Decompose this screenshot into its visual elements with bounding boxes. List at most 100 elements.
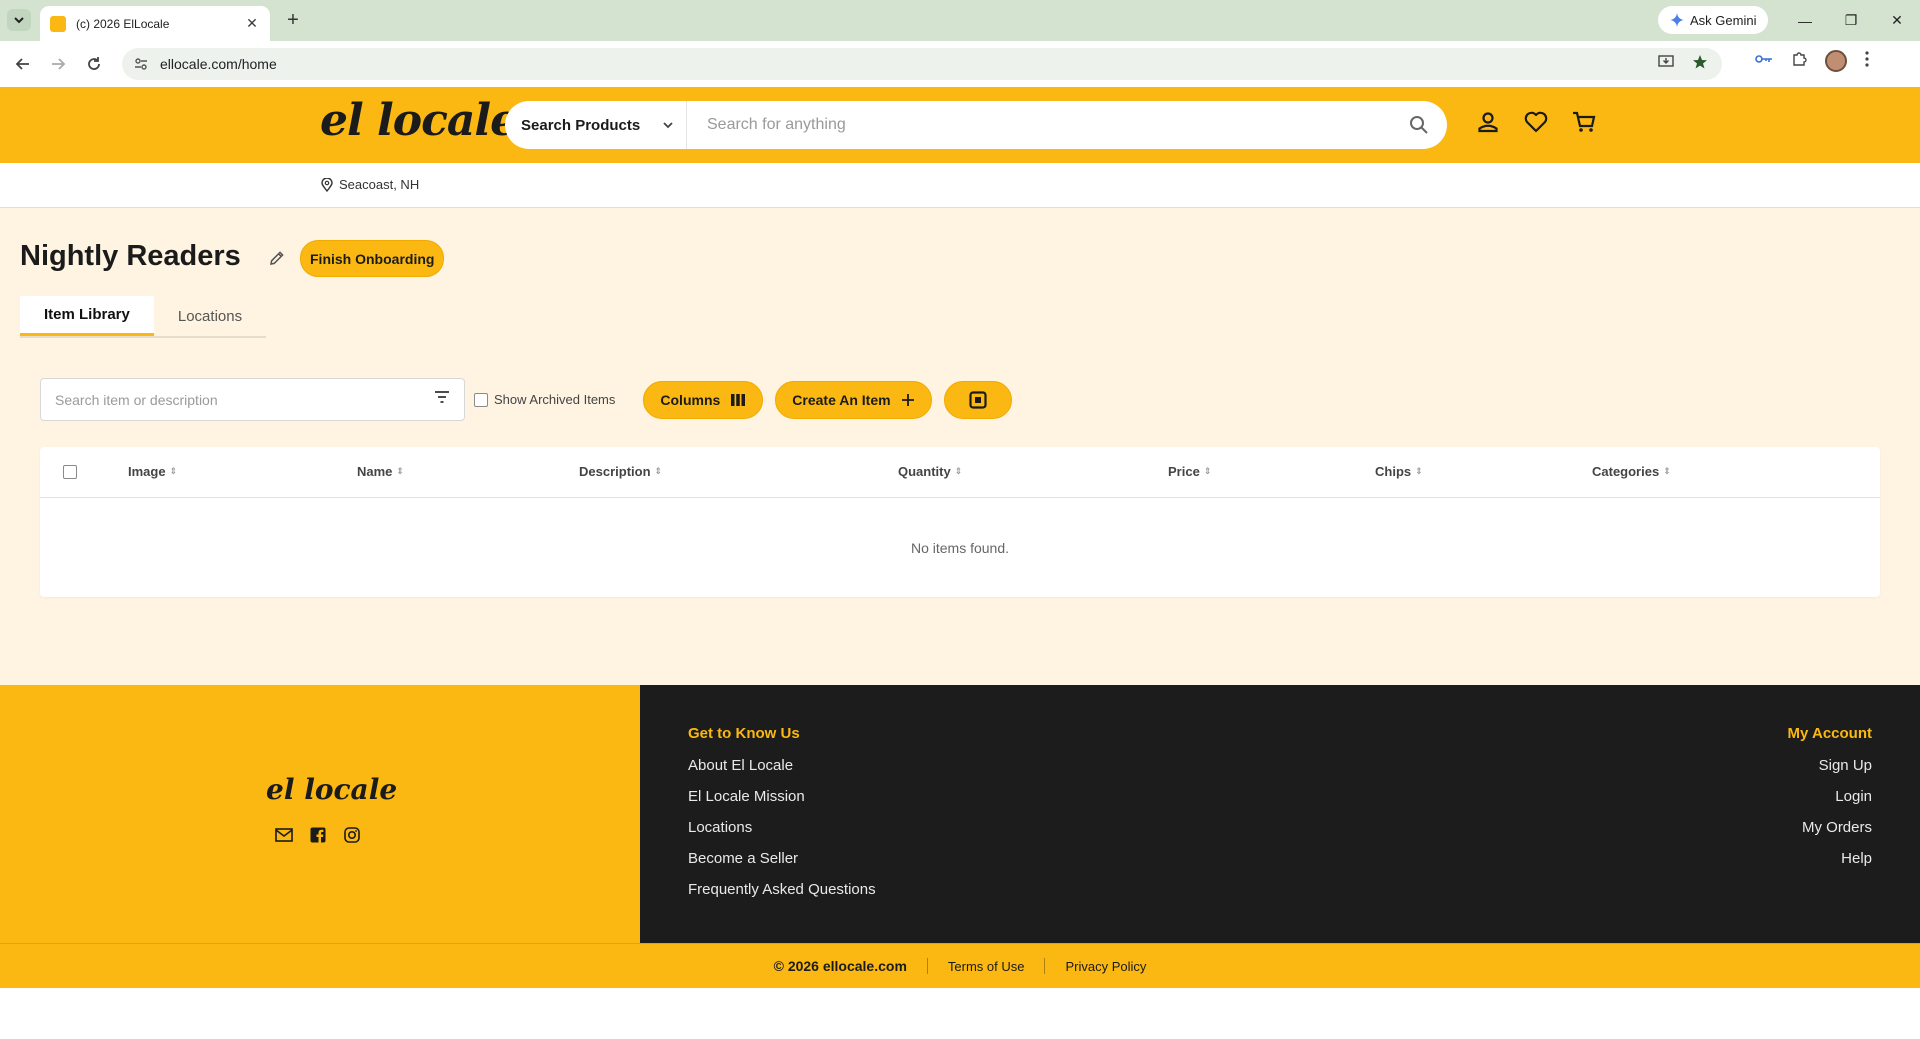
mail-icon[interactable] (275, 826, 293, 844)
tab-title: (c) 2026 ElLocale (76, 16, 170, 31)
main-content: Nightly Readers Finish Onboarding Item L… (0, 208, 1920, 685)
forward-icon[interactable] (47, 53, 69, 75)
instagram-icon[interactable] (343, 826, 361, 844)
column-header-chips[interactable]: Chips ⇕ (1375, 464, 1423, 479)
item-search-input[interactable] (55, 391, 434, 408)
bookmark-star-icon[interactable] (1692, 54, 1708, 75)
location-label: Seacoast, NH (339, 177, 420, 192)
sort-icon: ⇕ (396, 466, 404, 476)
header-actions (1475, 109, 1597, 135)
edit-pencil-icon[interactable] (267, 248, 287, 268)
column-header-description[interactable]: Description ⇕ (579, 464, 662, 479)
column-header-price[interactable]: Price ⇕ (1168, 464, 1211, 479)
social-links (275, 826, 361, 844)
table-header: Image ⇕ Name ⇕ Description ⇕ Quantity ⇕ Pric… (40, 447, 1880, 498)
ask-gemini-label: Ask Gemini (1690, 12, 1757, 28)
favicon-icon (50, 15, 66, 32)
map-pin-icon (321, 177, 333, 192)
minimize-icon[interactable]: — (1782, 13, 1828, 29)
location-bar: Seacoast, NH (0, 163, 1920, 208)
select-all-checkbox[interactable] (63, 465, 77, 479)
back-icon[interactable] (12, 53, 34, 75)
tab-item-library[interactable]: Item Library (20, 296, 154, 336)
item-toolbar: Show Archived Items Columns Create An It… (40, 378, 1012, 421)
finish-onboarding-button[interactable]: Finish Onboarding (300, 240, 445, 277)
cart-icon[interactable] (1571, 109, 1597, 135)
footer-link-help[interactable]: Help (1841, 850, 1872, 867)
browser-extensions (1755, 50, 1869, 72)
footer-heading-account: My Account (1787, 725, 1872, 742)
footer-heading-know-us: Get to Know Us (688, 725, 800, 742)
site-header: el locale Search Products (0, 87, 1920, 163)
chevron-down-icon (663, 122, 673, 129)
create-item-label: Create An Item (792, 391, 891, 408)
privacy-link[interactable]: Privacy Policy (1065, 959, 1146, 974)
new-tab-button[interactable]: + (282, 9, 304, 31)
chevron-down-icon (14, 17, 24, 24)
browser-tabstrip: (c) 2026 ElLocale ✕ + Ask Gemini — ❐ ✕ (0, 0, 1920, 41)
window-close-icon[interactable]: ✕ (1874, 12, 1920, 29)
filter-icon[interactable] (434, 390, 450, 409)
search-icon[interactable] (1391, 101, 1447, 149)
location-selector[interactable]: Seacoast, NH (321, 177, 419, 192)
show-archived-checkbox[interactable] (474, 392, 488, 407)
footer-link-my-orders[interactable]: My Orders (1802, 819, 1872, 836)
copyright-text: © 2026 ellocale.com (773, 958, 907, 974)
divider (926, 958, 928, 974)
product-search-bar: Search Products (505, 101, 1447, 149)
columns-button[interactable]: Columns (643, 380, 764, 419)
sort-icon: ⇕ (654, 466, 663, 476)
browser-tab[interactable]: (c) 2026 ElLocale ✕ (40, 6, 270, 41)
search-category-label: Search Products (521, 116, 641, 134)
wishlist-heart-icon[interactable] (1523, 109, 1549, 135)
footer-link-sign-up[interactable]: Sign Up (1819, 757, 1872, 774)
plus-icon (901, 393, 914, 406)
tab-locations[interactable]: Locations (154, 296, 266, 336)
search-category-select[interactable]: Search Products (505, 101, 687, 149)
columns-label: Columns (660, 391, 721, 408)
omnibox-actions (1658, 48, 1722, 80)
password-key-icon[interactable] (1755, 52, 1773, 70)
footer-logo[interactable]: el locale (266, 773, 397, 806)
kebab-menu-icon[interactable] (1865, 50, 1869, 72)
account-icon[interactable] (1475, 109, 1501, 135)
terms-link[interactable]: Terms of Use (948, 959, 1025, 974)
column-header-image[interactable]: Image ⇕ (128, 464, 177, 479)
search-input[interactable] (687, 101, 1391, 149)
restore-icon[interactable]: ❐ (1828, 12, 1874, 29)
install-app-icon[interactable] (1658, 54, 1674, 75)
reload-icon[interactable] (83, 53, 105, 75)
sort-icon: ⇕ (1203, 466, 1212, 476)
profile-avatar[interactable] (1825, 50, 1847, 72)
footer-link-mission[interactable]: El Locale Mission (688, 788, 805, 805)
extensions-puzzle-icon[interactable] (1791, 51, 1807, 72)
sort-icon: ⇕ (169, 466, 178, 476)
square-sync-button[interactable] (943, 380, 1012, 419)
column-header-quantity[interactable]: Quantity ⇕ (898, 464, 962, 479)
column-header-categories[interactable]: Categories ⇕ (1592, 464, 1671, 479)
tab-search-button[interactable] (7, 9, 31, 31)
store-tabs: Item Library Locations (20, 296, 267, 338)
address-bar[interactable]: ellocale.com/home (122, 48, 1722, 80)
site-logo[interactable]: el locale (320, 95, 518, 146)
columns-icon (731, 393, 746, 406)
item-search-box (40, 378, 465, 421)
gemini-sparkle-icon (1670, 13, 1684, 27)
show-archived-label: Show Archived Items (494, 392, 616, 407)
browser-toolbar: ellocale.com/home (0, 41, 1920, 87)
footer-bottom-bar: © 2026 ellocale.com Terms of Use Privacy… (0, 943, 1920, 988)
column-header-name[interactable]: Name ⇕ (357, 464, 404, 479)
page-title: Nightly Readers (20, 240, 241, 272)
footer-link-become-seller[interactable]: Become a Seller (688, 850, 798, 867)
footer-link-locations[interactable]: Locations (688, 819, 752, 836)
footer-link-about[interactable]: About El Locale (688, 757, 793, 774)
square-logo-icon (968, 390, 987, 409)
footer-link-login[interactable]: Login (1835, 788, 1872, 805)
close-icon[interactable]: ✕ (244, 15, 260, 32)
create-item-button[interactable]: Create An Item (775, 380, 932, 419)
ask-gemini-button[interactable]: Ask Gemini (1658, 6, 1769, 34)
footer-link-faq[interactable]: Frequently Asked Questions (688, 881, 876, 898)
site-info-icon[interactable] (134, 56, 150, 72)
facebook-icon[interactable] (309, 826, 327, 844)
show-archived-toggle[interactable]: Show Archived Items (474, 392, 615, 407)
